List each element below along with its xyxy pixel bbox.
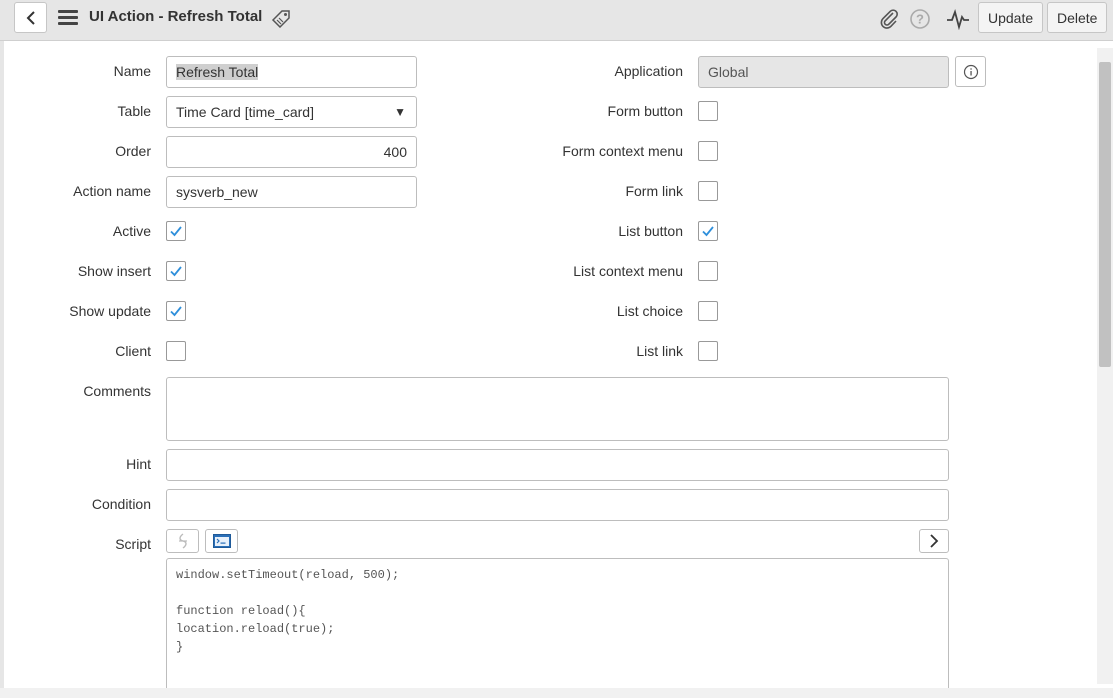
checkmark-icon <box>170 306 182 317</box>
tag-icon[interactable] <box>270 8 292 31</box>
script-expand-button[interactable] <box>919 529 949 553</box>
delete-button[interactable]: Delete <box>1047 2 1108 33</box>
list-button-label: List button <box>618 223 683 239</box>
comments-label: Comments <box>83 383 151 399</box>
show-update-label: Show update <box>69 303 151 319</box>
condition-field[interactable] <box>166 489 949 521</box>
name-value: Refresh Total <box>176 64 259 80</box>
application-value: Global <box>708 64 749 80</box>
show-update-checkbox[interactable] <box>166 301 186 321</box>
hint-field[interactable] <box>166 449 949 481</box>
script-format-button[interactable] <box>166 529 199 553</box>
active-checkbox[interactable] <box>166 221 186 241</box>
name-label: Name <box>113 63 151 79</box>
form-button-label: Form button <box>607 103 683 119</box>
list-choice-label: List choice <box>616 303 683 319</box>
form-header: UI Action - Refresh Total ? Update Delet… <box>0 0 1113 41</box>
table-select[interactable]: Time Card [time_card] ▼ <box>166 96 417 128</box>
list-choice-checkbox[interactable] <box>698 301 718 321</box>
horizontal-scrollbar[interactable] <box>0 688 1113 698</box>
show-insert-label: Show insert <box>77 263 151 279</box>
list-link-label: List link <box>636 343 683 359</box>
chevron-left-icon <box>26 10 35 25</box>
svg-text:?: ? <box>916 12 924 27</box>
console-icon <box>212 534 231 548</box>
form-button-checkbox[interactable] <box>698 101 718 121</box>
action-name-label: Action name <box>73 183 151 199</box>
comments-textarea[interactable] <box>166 377 949 441</box>
form-context-menu-label: Form context menu <box>562 143 683 159</box>
application-label: Application <box>614 63 684 79</box>
order-value: 400 <box>383 144 407 160</box>
info-button[interactable] <box>955 56 986 87</box>
activity-icon[interactable] <box>946 8 970 33</box>
order-field[interactable]: 400 <box>166 136 417 168</box>
left-edge <box>0 41 4 698</box>
help-icon[interactable]: ? <box>909 8 931 33</box>
list-link-checkbox[interactable] <box>698 341 718 361</box>
script-label: Script <box>115 536 151 552</box>
chevron-right-icon <box>930 534 939 548</box>
vertical-scrollbar[interactable] <box>1097 48 1113 684</box>
update-button[interactable]: Update <box>978 2 1044 33</box>
form-link-checkbox[interactable] <box>698 181 718 201</box>
client-checkbox[interactable] <box>166 341 186 361</box>
active-label: Active <box>112 223 151 239</box>
paperclip-icon[interactable] <box>878 8 900 33</box>
order-label: Order <box>115 143 151 159</box>
list-context-menu-label: List context menu <box>573 263 683 279</box>
form-link-label: Form link <box>625 183 683 199</box>
checkmark-icon <box>170 226 182 237</box>
action-name-value: sysverb_new <box>176 184 258 200</box>
scroll-thumb[interactable] <box>1099 62 1111 367</box>
dropdown-arrow-icon: ▼ <box>394 105 406 119</box>
script-debug-button[interactable] <box>205 529 238 553</box>
client-label: Client <box>115 343 151 359</box>
list-button-checkbox[interactable] <box>698 221 718 241</box>
page-title: UI Action - Refresh Total <box>89 8 263 25</box>
info-icon <box>963 64 978 79</box>
condition-label: Condition <box>91 496 151 512</box>
format-icon <box>178 533 187 549</box>
checkmark-icon <box>702 226 714 237</box>
show-insert-checkbox[interactable] <box>166 261 186 281</box>
back-button[interactable] <box>14 2 47 33</box>
checkmark-icon <box>170 266 182 277</box>
hint-label: Hint <box>126 456 151 472</box>
list-context-menu-checkbox[interactable] <box>698 261 718 281</box>
name-field[interactable]: Refresh Total <box>166 56 417 88</box>
application-field[interactable]: Global <box>698 56 949 88</box>
table-value: Time Card [time_card] <box>176 104 314 120</box>
menu-icon[interactable] <box>58 10 78 26</box>
form-context-menu-checkbox[interactable] <box>698 141 718 161</box>
script-editor[interactable]: window.setTimeout(reload, 500); function… <box>166 558 949 698</box>
action-name-field[interactable]: sysverb_new <box>166 176 417 208</box>
table-label: Table <box>117 103 151 119</box>
